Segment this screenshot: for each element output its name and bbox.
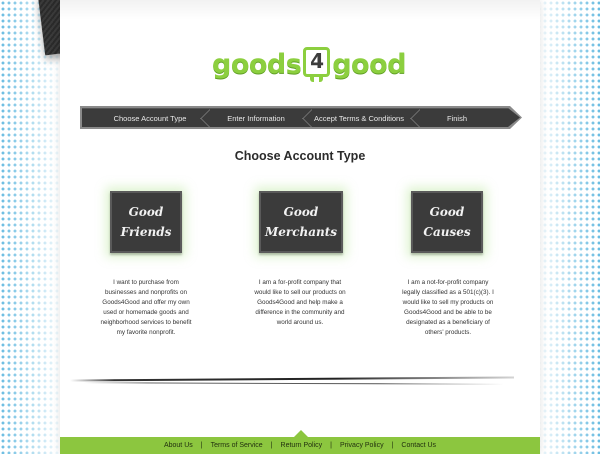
step-finish[interactable]: Finish: [412, 109, 502, 127]
good-merchants-description: I am a for-profit company that would lik…: [254, 279, 346, 326]
tile-label-line2: Causes: [423, 225, 471, 239]
logo-word-left: goods: [212, 48, 302, 80]
goods4good-logo[interactable]: goods 4 good: [212, 44, 406, 84]
logo-cart-icon: 4: [303, 47, 331, 82]
good-friends-button[interactable]: Good Friends: [110, 191, 182, 253]
page-title: Choose Account Type: [234, 149, 366, 163]
logo-word-right: good: [332, 48, 406, 80]
footer-separator: |: [391, 442, 394, 449]
step-choose-account-type[interactable]: Choose Account Type: [100, 109, 200, 127]
footer-separator: |: [270, 442, 273, 449]
good-merchants-button[interactable]: Good Merchants: [259, 191, 343, 253]
step-enter-information[interactable]: Enter Information: [206, 109, 306, 127]
step-accept-terms[interactable]: Accept Terms & Conditions: [304, 109, 414, 127]
card-top-shadow: [60, 0, 540, 20]
tile-label-line1: Good: [429, 205, 465, 219]
halftone-decoration-right: [530, 0, 600, 454]
footer-link-return-policy[interactable]: Return Policy: [281, 442, 323, 449]
good-causes-button[interactable]: Good Causes: [411, 191, 483, 253]
footer-link-terms-of-service[interactable]: Terms of Service: [211, 442, 263, 449]
tile-label-line2: Friends: [120, 225, 172, 239]
footer-nav: About Us | Terms of Service | Return Pol…: [60, 437, 540, 454]
footer-link-about-us[interactable]: About Us: [164, 442, 193, 449]
tile-label-line1: Good: [283, 205, 319, 219]
footer-notch-decoration: [294, 430, 308, 437]
logo-number: 4: [310, 49, 324, 73]
tile-label-line1: Good: [128, 205, 164, 219]
good-causes-description: I am a not-for-profit company legally cl…: [402, 279, 494, 336]
good-friends-description: I want to purchase from businesses and n…: [100, 279, 192, 336]
tile-label-line2: Merchants: [264, 225, 338, 239]
footer-link-privacy-policy[interactable]: Privacy Policy: [340, 442, 384, 449]
footer-separator: |: [200, 442, 203, 449]
progress-steps-bar: Choose Account Type Enter Information Ac…: [82, 108, 520, 127]
footer-separator: |: [330, 442, 332, 449]
footer-link-contact-us[interactable]: Contact Us: [401, 442, 436, 449]
